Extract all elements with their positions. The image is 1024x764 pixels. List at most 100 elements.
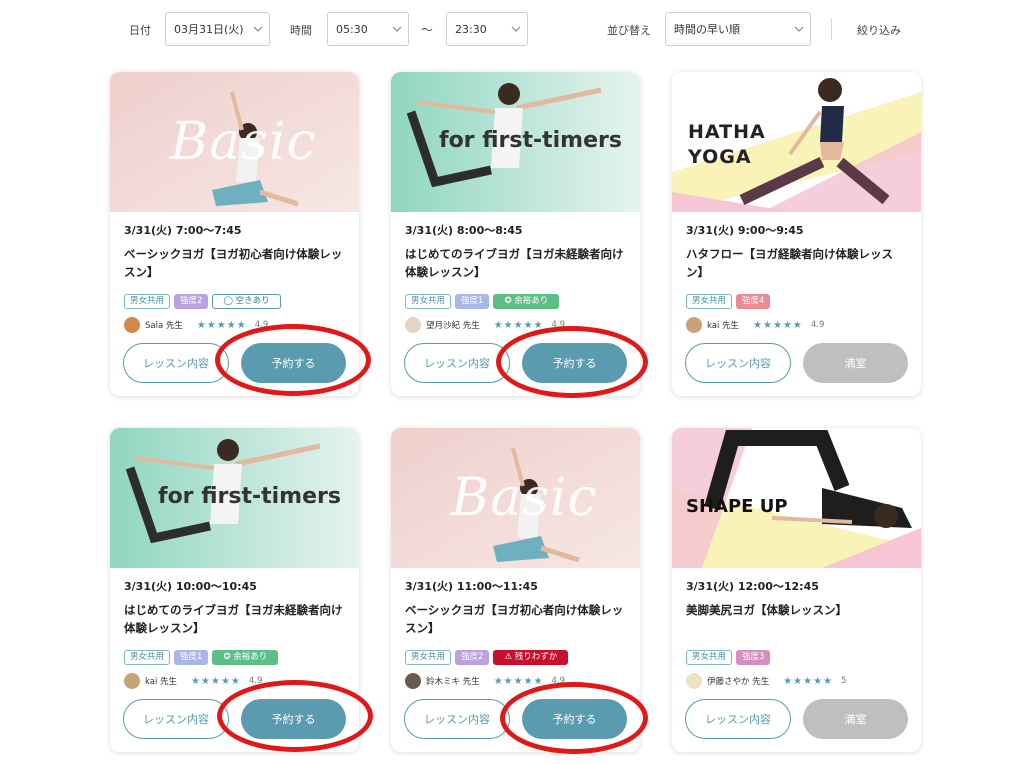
avatar (686, 317, 702, 333)
lesson-card: Basic 3/31(火) 11:00〜11:45 ベーシックヨガ【ヨガ初心者向… (391, 428, 640, 752)
lesson-card: Basic 3/31(火) 7:00〜7:45 ベーシックヨガ【ヨガ初心者向け体… (110, 72, 359, 396)
avatar (124, 673, 140, 689)
intensity-tag: 強度1 (455, 294, 490, 309)
gender-tag: 男女共用 (686, 650, 733, 665)
lesson-details-button[interactable]: レッスン内容 (685, 699, 791, 739)
intensity-tag: 強度1 (174, 650, 209, 665)
lesson-card: for first-timers 3/31(火) 10:00〜10:45 はじめ… (110, 428, 359, 752)
intensity-tag: 強度2 (174, 294, 209, 309)
instructor-name: 伊藤さやか 先生 (707, 677, 770, 687)
chevron-down-icon (247, 13, 269, 45)
gender-tag: 男女共用 (686, 294, 733, 309)
filter-bar: 日付 03月31日(火) 時間 05:30 〜 23:30 並び替え 時間の早い… (0, 0, 1024, 60)
instructor-row: kai 先生 ★★★★★ 4.9 (124, 673, 262, 689)
lesson-thumbnail: HATHA YOGA (672, 72, 921, 212)
time-from-value: 05:30 (336, 22, 368, 36)
divider (831, 18, 832, 40)
time-range-separator: 〜 (421, 23, 434, 37)
instructor-row: kai 先生 ★★★★★ 4.9 (686, 317, 824, 333)
chevron-down-icon (386, 13, 408, 45)
availability-tag: ◯ 空きあり (212, 294, 281, 309)
rating-value: 4.9 (810, 320, 825, 330)
thumbnail-overlay-text: for first-timers (158, 484, 341, 509)
instructor-row: Sala 先生 ★★★★★ 4.9 (124, 317, 268, 333)
rating-value: 5 (841, 676, 847, 686)
rating-value: 4.9 (551, 320, 566, 330)
lesson-thumbnail: Basic (391, 428, 640, 568)
rating-value: 4.9 (254, 320, 269, 330)
availability-tag: ✪ 余裕あり (212, 650, 279, 665)
lesson-tags: 男女共用 強度3 (686, 650, 771, 665)
time-to-select[interactable]: 23:30 (446, 12, 528, 46)
instructor-row: 伊藤さやか 先生 ★★★★★ 5 (686, 673, 846, 689)
lesson-time: 3/31(火) 12:00〜12:45 (686, 580, 819, 593)
avatar (405, 673, 421, 689)
date-select[interactable]: 03月31日(火) (165, 12, 270, 46)
sort-label: 並び替え (607, 24, 651, 37)
reserve-button[interactable]: 予約する (241, 699, 346, 739)
lesson-details-button[interactable]: レッスン内容 (685, 343, 791, 383)
instructor-name: kai 先生 (707, 321, 740, 331)
refine-button[interactable]: 絞り込み (857, 22, 901, 38)
lesson-details-button[interactable]: レッスン内容 (404, 343, 510, 383)
sort-select[interactable]: 時間の早い順 (665, 12, 811, 46)
intensity-tag: 強度4 (736, 294, 771, 309)
instructor-name: kai 先生 (145, 677, 178, 687)
instructor-name: 望月沙紀 先生 (426, 321, 480, 331)
instructor-name: Sala 先生 (145, 321, 183, 331)
full-button[interactable]: 満室 (803, 699, 908, 739)
lesson-card: for first-timers 3/31(火) 8:00〜8:45 はじめての… (391, 72, 640, 396)
lesson-tags: 男女共用 強度2 ◯ 空きあり (124, 294, 281, 309)
reserve-button[interactable]: 予約する (522, 699, 627, 739)
lesson-tags: 男女共用 強度2 ⚠ 残りわずか (405, 650, 569, 665)
lesson-time: 3/31(火) 9:00〜9:45 (686, 224, 804, 237)
star-rating-icon: ★★★★★ (783, 675, 834, 687)
star-rating-icon: ★★★★★ (196, 319, 247, 331)
gender-tag: 男女共用 (405, 650, 452, 665)
gender-tag: 男女共用 (405, 294, 452, 309)
lesson-details-button[interactable]: レッスン内容 (123, 699, 229, 739)
time-to-value: 23:30 (455, 22, 487, 36)
star-rating-icon: ★★★★★ (493, 319, 544, 331)
lesson-title: はじめてのライブヨガ【ヨガ未経験者向け体験レッスン】 (405, 247, 624, 279)
lesson-title: ベーシックヨガ【ヨガ初心者向け体験レッスン】 (124, 247, 343, 279)
date-label: 日付 (129, 24, 151, 37)
intensity-tag: 強度3 (736, 650, 771, 665)
chevron-down-icon (505, 13, 527, 45)
lesson-details-button[interactable]: レッスン内容 (123, 343, 229, 383)
instructor-name: 鈴木ミキ 先生 (426, 677, 480, 687)
lesson-card: HATHA YOGA 3/31(火) 9:00〜9:45 ハタフロー【ヨガ経験者… (672, 72, 921, 396)
lesson-title: ハタフロー【ヨガ経験者向け体験レッスン】 (686, 247, 893, 279)
lesson-time: 3/31(火) 10:00〜10:45 (124, 580, 257, 593)
reserve-button[interactable]: 予約する (241, 343, 346, 383)
star-rating-icon: ★★★★★ (493, 675, 544, 687)
lesson-details-button[interactable]: レッスン内容 (404, 699, 510, 739)
lesson-title: ベーシックヨガ【ヨガ初心者向け体験レッスン】 (405, 603, 624, 635)
thumbnail-overlay-text: for first-timers (439, 128, 622, 153)
gender-tag: 男女共用 (124, 650, 171, 665)
chevron-down-icon (788, 13, 810, 45)
lesson-time: 3/31(火) 11:00〜11:45 (405, 580, 538, 593)
lesson-thumbnail: for first-timers (110, 428, 359, 568)
instructor-row: 鈴木ミキ 先生 ★★★★★ 4.9 (405, 673, 565, 689)
thumbnail-overlay-text: SHAPE UP (686, 496, 788, 517)
lesson-thumbnail: SHAPE UP (672, 428, 921, 568)
star-rating-icon: ★★★★★ (191, 675, 241, 687)
rating-value: 4.9 (551, 676, 566, 686)
reserve-button[interactable]: 予約する (522, 343, 627, 383)
full-button[interactable]: 満室 (803, 343, 908, 383)
avatar (686, 673, 702, 689)
lesson-thumbnail: for first-timers (391, 72, 640, 212)
sort-value: 時間の早い順 (674, 23, 740, 36)
availability-tag: ⚠ 残りわずか (493, 650, 569, 665)
lesson-tags: 男女共用 強度1 ✪ 余裕あり (405, 294, 560, 309)
lesson-title: はじめてのライブヨガ【ヨガ未経験者向け体験レッスン】 (124, 603, 343, 635)
lesson-card: SHAPE UP 3/31(火) 12:00〜12:45 美脚美尻ヨガ【体験レッ… (672, 428, 921, 752)
lesson-title: 美脚美尻ヨガ【体験レッスン】 (686, 603, 847, 617)
time-from-select[interactable]: 05:30 (327, 12, 409, 46)
date-value: 03月31日(火) (174, 23, 244, 36)
star-rating-icon: ★★★★★ (753, 319, 803, 331)
instructor-row: 望月沙紀 先生 ★★★★★ 4.9 (405, 317, 565, 333)
rating-value: 4.9 (248, 676, 263, 686)
lesson-tags: 男女共用 強度4 (686, 294, 771, 309)
